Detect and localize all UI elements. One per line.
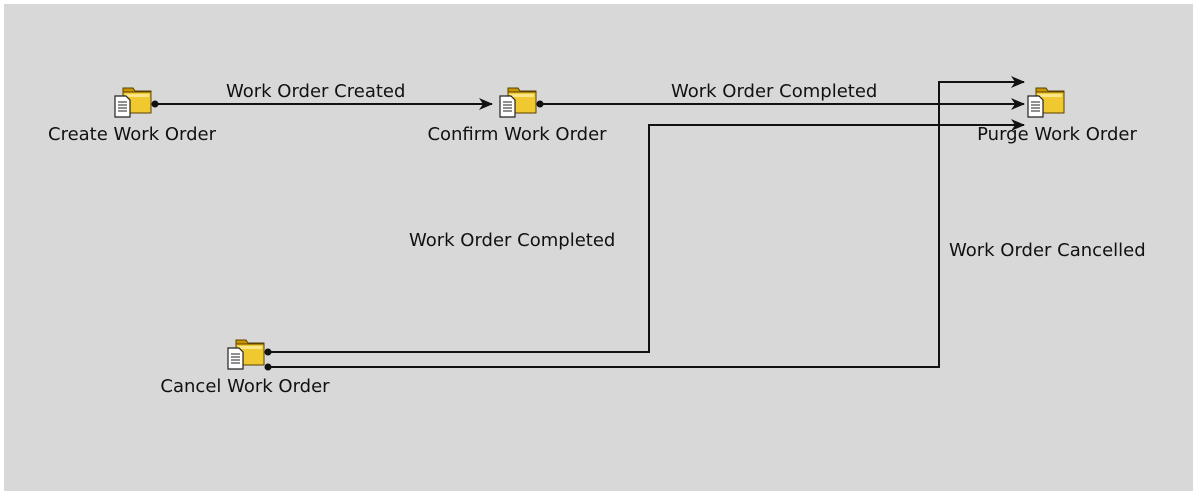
folder-document-icon [1027, 87, 1065, 118]
node-label: Create Work Order [48, 124, 216, 145]
folder-document-icon [114, 87, 152, 118]
folder-document-icon [499, 87, 537, 118]
edge-label-created: Work Order Created [226, 81, 406, 102]
node-label: Cancel Work Order [160, 376, 330, 397]
edge-label-completed-top: Work Order Completed [671, 81, 878, 102]
node-label: Purge Work Order [977, 124, 1137, 145]
edge-label-cancelled: Work Order Cancelled [949, 240, 1146, 261]
folder-document-icon [227, 339, 265, 370]
workflow-canvas: Work Order Created Work Order Completed … [4, 4, 1193, 491]
node-label: Confirm Work Order [427, 124, 607, 145]
edge-cancel-to-purge-completed[interactable] [264, 119, 1025, 356]
edge-label-completed-cancel: Work Order Completed [409, 230, 616, 251]
